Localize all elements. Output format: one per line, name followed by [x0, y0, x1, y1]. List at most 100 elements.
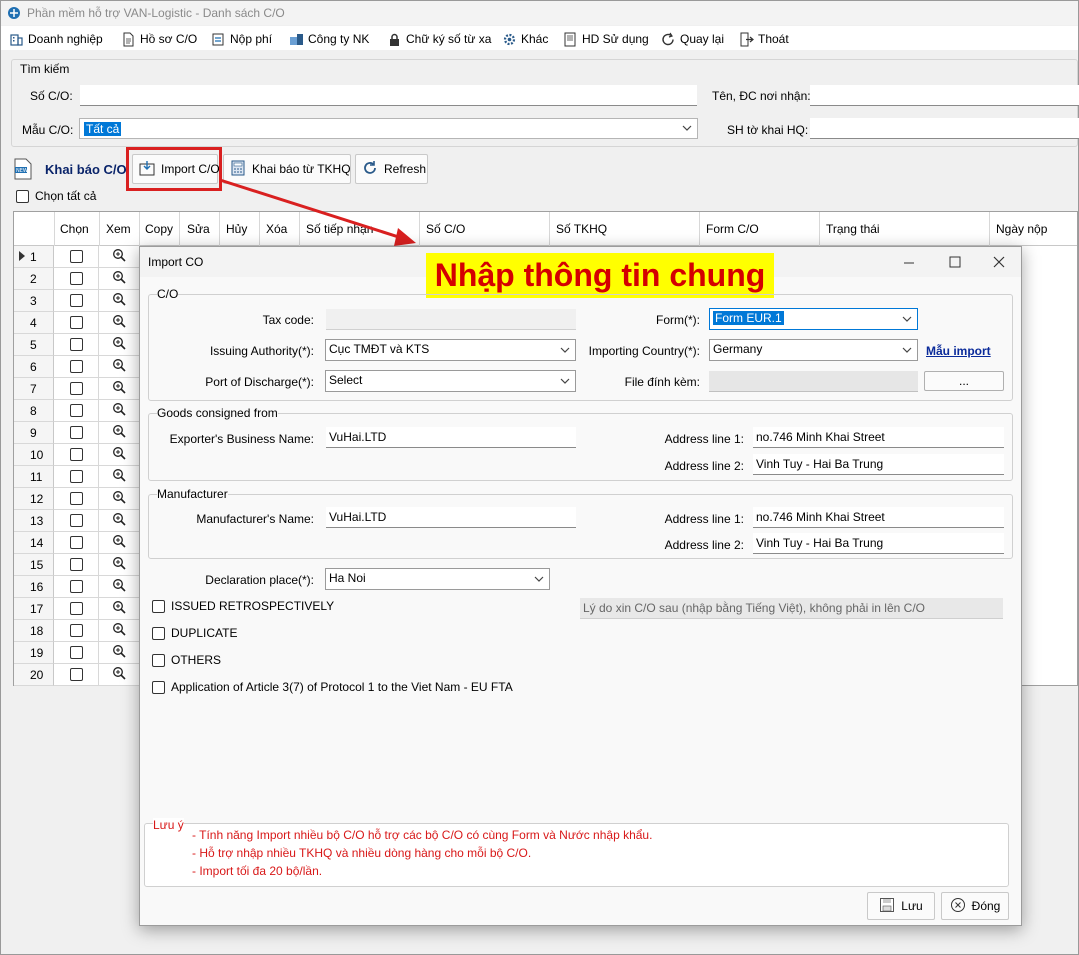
menu-quay-lai[interactable]: Quay lại	[661, 30, 724, 48]
menu-khac[interactable]: Khác	[502, 30, 548, 48]
zoom-in-icon[interactable]	[112, 292, 126, 309]
table-row[interactable]: 14	[14, 532, 139, 554]
col-sua[interactable]: Sửa	[187, 222, 210, 236]
row-checkbox[interactable]	[69, 470, 83, 483]
port-select[interactable]: Select	[325, 370, 576, 392]
col-form-co[interactable]: Form C/O	[706, 222, 759, 236]
zoom-in-icon[interactable]	[112, 534, 126, 551]
row-checkbox[interactable]	[69, 404, 83, 417]
manufacturer-name-input[interactable]: VuHai.LTD	[326, 507, 576, 528]
row-checkbox[interactable]	[69, 558, 83, 571]
row-checkbox[interactable]	[69, 316, 83, 329]
row-checkbox[interactable]	[69, 250, 83, 263]
zoom-in-icon[interactable]	[112, 644, 126, 661]
declaration-place-select[interactable]: Ha Noi	[325, 568, 550, 590]
menu-ho-so-co[interactable]: Hồ sơ C/O	[121, 30, 197, 48]
mau-import-link[interactable]: Mẫu import	[926, 344, 991, 358]
so-co-input[interactable]	[80, 85, 697, 106]
row-checkbox[interactable]	[69, 492, 83, 505]
issued-retrospectively-checkbox[interactable]: ISSUED RETROSPECTIVELY	[152, 599, 334, 613]
reason-input[interactable]: Lý do xin C/O sau (nhập bằng Tiếng Việt)…	[580, 598, 1003, 619]
zoom-in-icon[interactable]	[112, 556, 126, 573]
table-row[interactable]: 18	[14, 620, 139, 642]
browse-button[interactable]: ...	[924, 371, 1004, 391]
zoom-in-icon[interactable]	[112, 622, 126, 639]
col-trang-thai[interactable]: Trạng thái	[826, 222, 880, 236]
zoom-in-icon[interactable]	[112, 314, 126, 331]
zoom-in-icon[interactable]	[112, 468, 126, 485]
sh-to-khai-input[interactable]	[810, 118, 1079, 139]
exporter-address2-input[interactable]: Vinh Tuy - Hai Ba Trung	[753, 454, 1004, 475]
zoom-in-icon[interactable]	[112, 666, 126, 683]
table-row[interactable]: 1	[14, 246, 139, 268]
issuing-select[interactable]: Cục TMĐT và KTS	[325, 339, 576, 361]
close-button[interactable]: Đóng	[941, 892, 1009, 920]
file-dinh-kem-input[interactable]	[709, 371, 918, 392]
zoom-in-icon[interactable]	[112, 248, 126, 265]
article-checkbox[interactable]: Application of Article 3(7) of Protocol …	[152, 680, 513, 694]
row-checkbox[interactable]	[69, 426, 83, 439]
form-select[interactable]: Form EUR.1	[709, 308, 918, 330]
mau-co-select[interactable]: Tất cả	[79, 118, 698, 139]
row-checkbox[interactable]	[69, 536, 83, 549]
save-button[interactable]: Lưu	[867, 892, 935, 920]
table-row[interactable]: 10	[14, 444, 139, 466]
row-checkbox[interactable]	[69, 272, 83, 285]
table-row[interactable]: 6	[14, 356, 139, 378]
row-checkbox[interactable]	[69, 602, 83, 615]
row-checkbox[interactable]	[69, 360, 83, 373]
row-checkbox[interactable]	[69, 624, 83, 637]
zoom-in-icon[interactable]	[112, 600, 126, 617]
menu-cong-ty-nk[interactable]: Công ty NK	[289, 30, 369, 48]
table-row[interactable]: 3	[14, 290, 139, 312]
zoom-in-icon[interactable]	[112, 446, 126, 463]
row-checkbox[interactable]	[69, 646, 83, 659]
chon-tat-ca-checkbox[interactable]: Chọn tất cả	[16, 189, 96, 203]
table-row[interactable]: 5	[14, 334, 139, 356]
table-row[interactable]: 17	[14, 598, 139, 620]
row-checkbox[interactable]	[69, 382, 83, 395]
menu-hd-su-dung[interactable]: HD Sử dụng	[563, 30, 649, 48]
row-checkbox[interactable]	[69, 514, 83, 527]
zoom-in-icon[interactable]	[112, 424, 126, 441]
duplicate-checkbox[interactable]: DUPLICATE	[152, 626, 237, 640]
table-row[interactable]: 13	[14, 510, 139, 532]
table-row[interactable]: 19	[14, 642, 139, 664]
ten-dc-input[interactable]	[810, 85, 1079, 106]
row-checkbox[interactable]	[69, 668, 83, 681]
maximize-icon[interactable]	[948, 255, 962, 269]
menu-doanh-nghiep[interactable]: Doanh nghiệp	[9, 30, 103, 48]
menu-chu-ky-so[interactable]: Chữ ký số từ xa	[387, 30, 491, 48]
row-checkbox[interactable]	[69, 294, 83, 307]
table-row[interactable]: 16	[14, 576, 139, 598]
table-row[interactable]: 9	[14, 422, 139, 444]
row-checkbox[interactable]	[69, 338, 83, 351]
table-row[interactable]: 15	[14, 554, 139, 576]
col-xem[interactable]: Xem	[106, 222, 131, 236]
table-row[interactable]: 11	[14, 466, 139, 488]
zoom-in-icon[interactable]	[112, 270, 126, 287]
zoom-in-icon[interactable]	[112, 336, 126, 353]
row-checkbox[interactable]	[69, 448, 83, 461]
menu-thoat[interactable]: Thoát	[739, 30, 789, 48]
manufacturer-address2-input[interactable]: Vinh Tuy - Hai Ba Trung	[753, 533, 1004, 554]
col-so-tkhq[interactable]: Số TKHQ	[556, 222, 607, 236]
table-row[interactable]: 8	[14, 400, 139, 422]
col-ngay-nop[interactable]: Ngày nộp	[996, 222, 1047, 236]
table-row[interactable]: 12	[14, 488, 139, 510]
khai-bao-co-button[interactable]: Khai báo C/O	[45, 162, 127, 177]
others-checkbox[interactable]: OTHERS	[152, 653, 221, 667]
zoom-in-icon[interactable]	[112, 380, 126, 397]
zoom-in-icon[interactable]	[112, 358, 126, 375]
zoom-in-icon[interactable]	[112, 578, 126, 595]
table-row[interactable]: 7	[14, 378, 139, 400]
minimize-icon[interactable]	[902, 255, 916, 269]
close-icon[interactable]	[992, 255, 1006, 269]
col-chon[interactable]: Chọn	[60, 222, 89, 236]
row-checkbox[interactable]	[69, 580, 83, 593]
tax-code-input[interactable]	[326, 309, 576, 330]
zoom-in-icon[interactable]	[112, 512, 126, 529]
exporter-address1-input[interactable]: no.746 Minh Khai Street	[753, 427, 1004, 448]
zoom-in-icon[interactable]	[112, 402, 126, 419]
manufacturer-address1-input[interactable]: no.746 Minh Khai Street	[753, 507, 1004, 528]
